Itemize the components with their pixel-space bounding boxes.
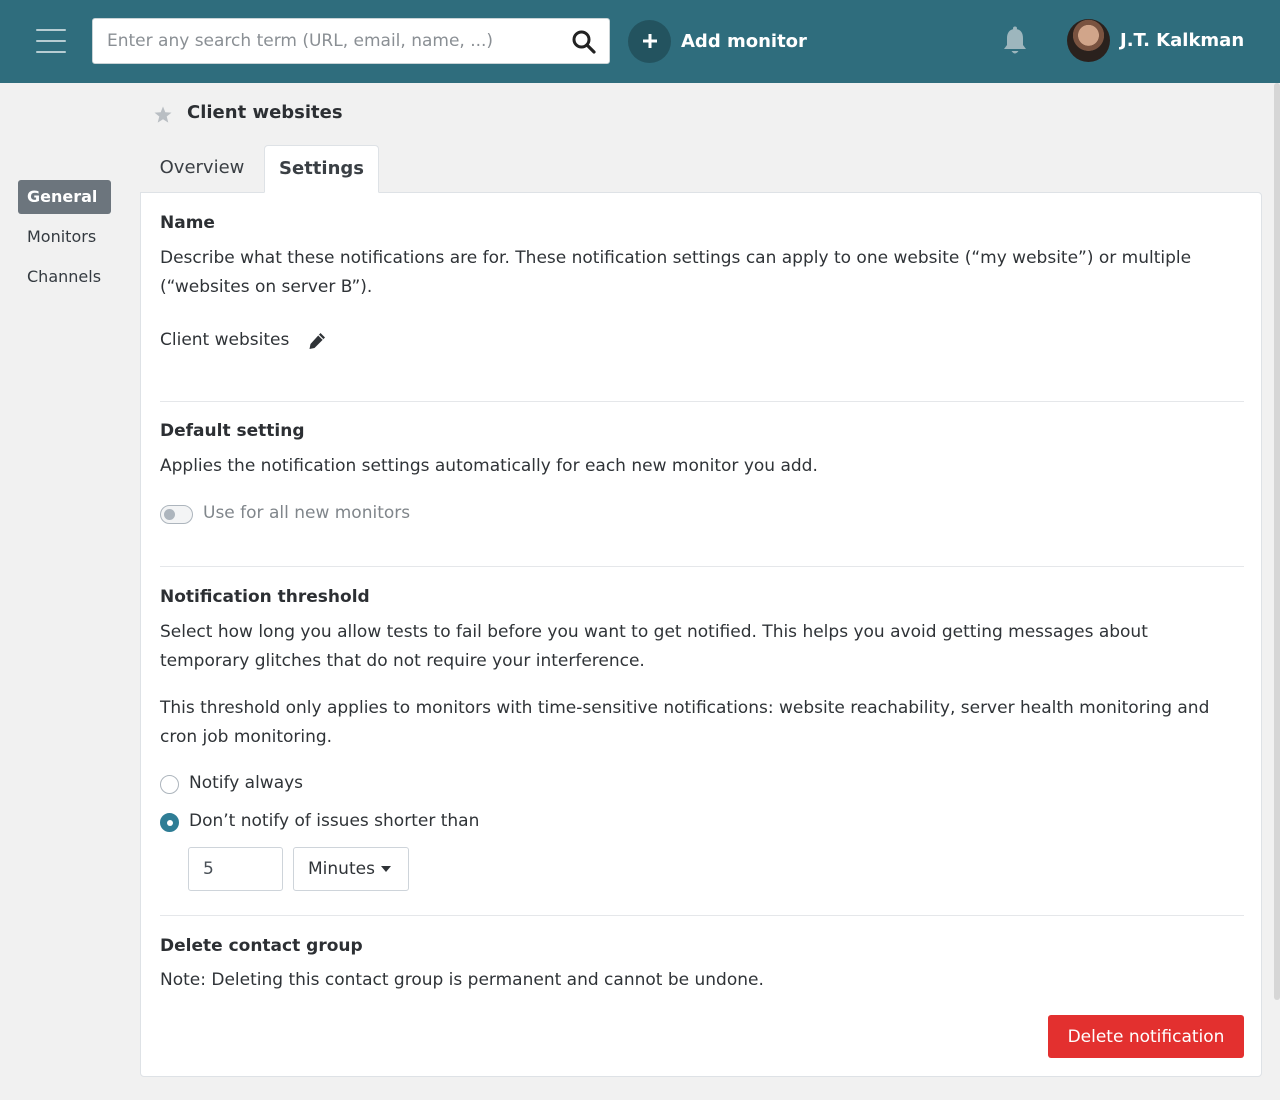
default-setting-description: Applies the notification settings automa… [160, 456, 818, 476]
sidebar-item-channels[interactable]: Channels [18, 260, 111, 294]
avatar[interactable] [1067, 19, 1110, 62]
delay-unit-value: Minutes [308, 859, 375, 879]
star-icon[interactable] [153, 105, 173, 125]
default-setting-title: Default setting [160, 421, 305, 441]
threshold-note: This threshold only applies to monitors … [160, 698, 1210, 747]
notify-always-label[interactable]: Notify always [189, 773, 303, 793]
notify-always-radio[interactable] [160, 775, 179, 794]
name-section-description: Describe what these notifications are fo… [160, 248, 1192, 297]
delete-section-title: Delete contact group [160, 936, 363, 956]
sidebar-item-general[interactable]: General [18, 180, 111, 214]
delete-notification-button[interactable]: Delete notification [1048, 1015, 1244, 1058]
pencil-icon[interactable] [307, 331, 327, 351]
page-scrollbar[interactable] [1274, 83, 1280, 1000]
plus-icon [628, 19, 671, 63]
threshold-title: Notification threshold [160, 587, 370, 607]
section-divider [160, 566, 1244, 567]
top-navigation-bar: Add monitor J.T. Kalkman [0, 0, 1280, 83]
search-input[interactable] [93, 19, 563, 63]
delay-unit-dropdown[interactable]: Minutes [293, 847, 409, 891]
delay-value-input[interactable] [188, 847, 283, 891]
notify-delay-label[interactable]: Don’t notify of issues shorter than [189, 811, 479, 831]
bell-icon[interactable] [1001, 26, 1029, 58]
add-monitor-button[interactable]: Add monitor [628, 19, 807, 63]
name-section-title: Name [160, 213, 215, 233]
sidebar-item-monitors[interactable]: Monitors [18, 220, 111, 254]
user-name[interactable]: J.T. Kalkman [1120, 30, 1244, 51]
group-name-value: Client websites [160, 330, 290, 350]
search-box [92, 18, 610, 64]
settings-sidebar: General Monitors Channels [18, 180, 118, 300]
use-for-all-toggle[interactable] [160, 505, 193, 524]
add-monitor-label: Add monitor [681, 30, 807, 52]
use-for-all-label[interactable]: Use for all new monitors [203, 503, 410, 523]
menu-icon[interactable] [36, 29, 66, 53]
notify-delay-radio[interactable] [160, 813, 179, 832]
delete-section-description: Note: Deleting this contact group is per… [160, 970, 764, 990]
section-divider [160, 915, 1244, 916]
tab-overview[interactable]: Overview [140, 145, 264, 193]
section-divider [160, 401, 1244, 402]
search-icon[interactable] [571, 29, 597, 55]
tab-settings[interactable]: Settings [264, 145, 379, 193]
settings-card: Name Describe what these notifications a… [140, 192, 1262, 1077]
page-title: Client websites [187, 102, 343, 123]
threshold-description: Select how long you allow tests to fail … [160, 622, 1148, 671]
caret-down-icon [380, 866, 391, 872]
